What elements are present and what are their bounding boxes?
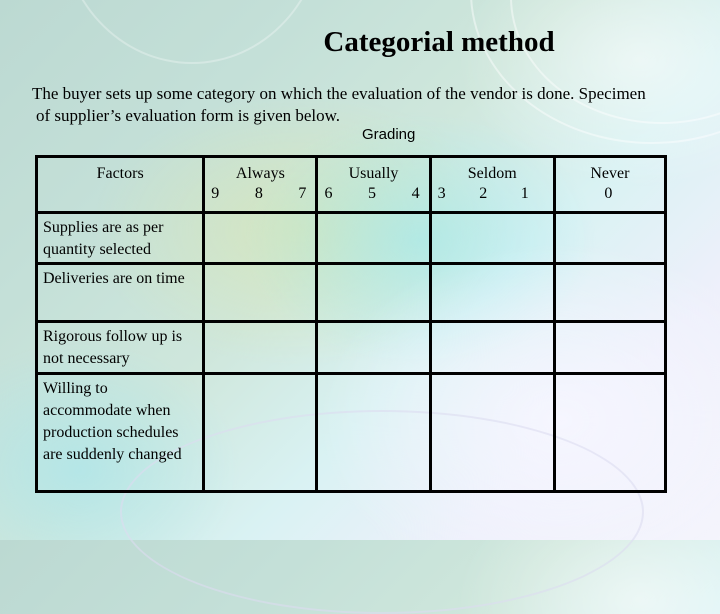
grade-cell-usually[interactable] [315,211,432,266]
score-scale: 6 5 4 [318,184,428,204]
grade-cell-seldom[interactable] [428,211,556,266]
factor-cell: Deliveries are on time [34,262,206,324]
supplier-evaluation-form: Factors Always 9 8 7 Usually 6 5 4 Seldo… [34,154,668,494]
grade-cell-never[interactable] [552,211,668,266]
category-header-always: Always 9 8 7 [202,154,319,215]
score-value: 0 [604,185,613,202]
slide-title: Categorial method [323,26,555,58]
score-value: 7 [298,185,307,202]
factor-label: Supplies are as per quantity selected [43,219,164,259]
category-header-usually: Usually 6 5 4 [315,154,432,215]
grade-cell-seldom[interactable] [428,262,556,324]
grade-cell-seldom[interactable] [428,320,556,375]
grade-cell-always[interactable] [202,211,319,266]
category-label: Always [235,165,285,182]
grade-cell-never[interactable] [552,371,668,494]
intro-line-1: The buyer sets up some category on which… [32,84,646,103]
factors-header: Factors [96,165,144,182]
category-label: Never [590,165,630,182]
table-row: Deliveries are on time [34,262,668,324]
factor-cell: Supplies are as per quantity selected [34,211,206,266]
score-value: 6 [324,185,333,202]
factor-label: Deliveries are on time [43,270,185,288]
factor-cell: Rigorous follow up is not necessary [34,320,206,375]
score-value: 4 [411,185,420,202]
grade-cell-seldom[interactable] [428,371,556,494]
grade-cell-never[interactable] [552,320,668,375]
factor-cell: Willing to accommodate when production s… [34,371,206,494]
score-value: 2 [479,185,488,202]
header-row: Factors Always 9 8 7 Usually 6 5 4 Seldo… [34,154,668,215]
score-scale: 9 8 7 [205,184,315,204]
score-value: 1 [520,185,529,202]
grade-cell-always[interactable] [202,371,319,494]
score-scale: 3 2 1 [432,184,553,204]
intro-line-2: of supplier’s evaluation form is given b… [36,106,341,125]
score-scale: 0 [556,184,664,204]
category-label: Usually [348,165,399,182]
factors-header-cell: Factors [34,154,206,215]
grade-cell-always[interactable] [202,262,319,324]
category-label: Seldom [467,165,517,182]
intro-paragraph: The buyer sets up some category on which… [32,83,702,127]
factor-label: Willing to accommodate when production s… [43,379,182,463]
score-value: 5 [368,185,377,202]
grade-cell-usually[interactable] [315,371,432,494]
category-header-never: Never 0 [552,154,668,215]
table-row: Rigorous follow up is not necessary [34,320,668,375]
category-header-seldom: Seldom 3 2 1 [428,154,556,215]
table-row: Supplies are as per quantity selected [34,211,668,266]
grade-cell-usually[interactable] [315,320,432,375]
score-value: 8 [254,185,263,202]
factor-label: Rigorous follow up is not necessary [43,328,183,368]
grade-cell-usually[interactable] [315,262,432,324]
table-row: Willing to accommodate when production s… [34,371,668,494]
score-value: 9 [211,185,220,202]
score-value: 3 [437,185,446,202]
grade-cell-never[interactable] [552,262,668,324]
grade-cell-always[interactable] [202,320,319,375]
grading-label: Grading [362,126,416,143]
